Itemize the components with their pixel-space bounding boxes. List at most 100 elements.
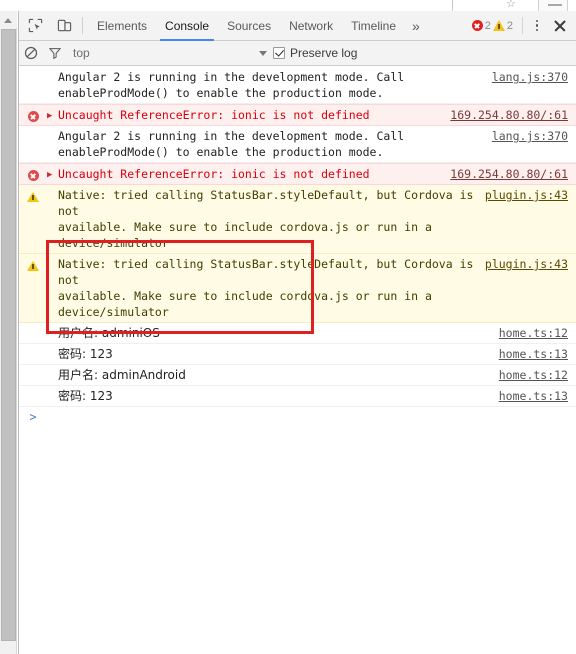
console-message-log[interactable]: 用户名: adminiOS home.ts:12 [19, 323, 576, 344]
execution-context-value: top [73, 46, 90, 60]
error-counter[interactable]: 2 [471, 19, 491, 32]
console-message-text: Angular 2 is running in the development … [58, 129, 405, 159]
toolbar-divider [82, 17, 83, 34]
console-message-log[interactable]: 用户名: adminAndroid home.ts:12 [19, 365, 576, 386]
error-count: 2 [484, 19, 491, 32]
devtools-panel: Elements Console Sources Network Timelin… [18, 11, 576, 654]
scrollbar-thumb[interactable] [1, 29, 16, 641]
message-indent [47, 187, 58, 251]
message-icon-gutter [19, 69, 47, 101]
warning-triangle-icon [27, 261, 39, 271]
message-indent [47, 346, 58, 362]
console-message-text: Uncaught ReferenceError: ionic is not de… [58, 167, 370, 181]
message-icon-gutter [19, 388, 47, 404]
filter-funnel-icon-glyph [48, 48, 62, 60]
execution-context-select[interactable]: top [73, 46, 273, 60]
error-circle-icon [27, 111, 39, 122]
omnibox-edge [452, 0, 492, 11]
console-message-error[interactable]: ▶ Uncaught ReferenceError: ionic is not d… [19, 163, 576, 185]
console-message-source-link[interactable]: lang.js:370 [492, 69, 576, 101]
console-message-source-link[interactable]: 169.254.80.80/:61 [450, 107, 576, 123]
console-message-text: 密码: 123 [58, 347, 113, 361]
preserve-log-checkbox-box[interactable] [273, 47, 285, 59]
message-indent [47, 367, 58, 383]
console-message-source-link[interactable]: home.ts:12 [499, 325, 576, 341]
warning-counter[interactable]: 2 [492, 19, 513, 32]
message-icon-gutter [19, 256, 47, 320]
error-circle-icon [471, 20, 483, 31]
console-message-source-link[interactable]: lang.js:370 [492, 128, 576, 160]
device-toolbar-icon-glyph [57, 19, 71, 32]
chevron-down-icon [259, 50, 267, 56]
message-indent [47, 388, 58, 404]
star-icon[interactable]: ☆ [506, 0, 516, 10]
warning-triangle-icon [492, 20, 505, 31]
tab-elements-label: Elements [97, 18, 148, 33]
console-message-source-link[interactable]: home.ts:13 [499, 346, 576, 362]
console-message-log[interactable]: 密码: 123 home.ts:13 [19, 344, 576, 365]
console-message-text: Native: tried calling StatusBar.styleDef… [58, 188, 474, 250]
console-message-source-link[interactable]: home.ts:12 [499, 367, 576, 383]
expand-arrow-icon[interactable]: ▶ [47, 166, 58, 182]
warning-count: 2 [506, 19, 513, 32]
more-tabs-button[interactable]: » [405, 11, 427, 41]
console-message-source-link[interactable]: home.ts:13 [499, 388, 576, 404]
console-message-log[interactable]: 密码: 123 home.ts:13 [19, 386, 576, 407]
tab-console-label: Console [165, 18, 210, 33]
tab-elements[interactable]: Elements [88, 11, 156, 41]
message-indent [47, 128, 58, 160]
console-message-source-link[interactable]: plugin.js:43 [485, 187, 576, 251]
console-message-warn[interactable]: Native: tried calling StatusBar.styleDef… [19, 185, 576, 254]
kebab-menu-icon[interactable] [528, 15, 546, 37]
close-icon[interactable] [548, 14, 572, 38]
console-message-source-link[interactable]: 169.254.80.80/:61 [450, 166, 576, 182]
issue-counters: 2 2 [471, 19, 513, 32]
page-scrollbar[interactable] [0, 11, 17, 654]
clear-console-icon-glyph [24, 46, 38, 60]
console-message-log[interactable]: Angular 2 is running in the development … [19, 67, 576, 104]
console-message-text: Angular 2 is running in the development … [58, 70, 405, 100]
tab-console[interactable]: Console [156, 11, 218, 41]
preserve-log-checkbox[interactable]: Preserve log [273, 46, 357, 60]
message-indent [47, 256, 58, 320]
console-message-text: Uncaught ReferenceError: ionic is not de… [58, 108, 370, 122]
message-icon-gutter [19, 166, 47, 182]
scroll-up-arrow-icon[interactable] [0, 11, 17, 28]
clear-console-icon[interactable] [19, 41, 43, 65]
warning-triangle-icon [27, 192, 39, 202]
message-indent [47, 325, 58, 341]
console-message-log[interactable]: Angular 2 is running in the development … [19, 126, 576, 163]
preserve-log-label: Preserve log [290, 46, 358, 60]
console-message-error[interactable]: ▶ Uncaught ReferenceError: ionic is not d… [19, 104, 576, 126]
tab-timeline-label: Timeline [351, 18, 397, 33]
toolbar-divider-2 [522, 17, 523, 34]
browser-chrome-strip: ☆ [0, 0, 576, 11]
console-message-list[interactable]: Angular 2 is running in the development … [19, 67, 576, 654]
console-messages-container: Angular 2 is running in the development … [19, 67, 576, 407]
devtools-toolbar: Elements Console Sources Network Timelin… [19, 11, 576, 41]
filter-funnel-icon[interactable] [43, 41, 67, 65]
tab-network[interactable]: Network [280, 11, 342, 41]
message-icon-gutter [19, 346, 47, 362]
tab-sources-label: Sources [227, 18, 272, 33]
tab-network-label: Network [289, 18, 334, 33]
tab-sources[interactable]: Sources [218, 11, 280, 41]
console-filter-bar: top Preserve log [19, 41, 576, 66]
console-message-warn[interactable]: Native: tried calling StatusBar.styleDef… [19, 254, 576, 323]
console-message-source-link[interactable]: plugin.js:43 [485, 256, 576, 320]
minimize-icon[interactable] [548, 4, 562, 6]
tab-timeline[interactable]: Timeline [342, 11, 405, 41]
inspect-element-icon-glyph [28, 18, 42, 33]
console-message-text: 用户名: adminAndroid [58, 368, 186, 382]
message-indent [47, 69, 58, 101]
devtools-tab-strip: Elements Console Sources Network Timelin… [88, 11, 427, 41]
expand-arrow-icon[interactable]: ▶ [47, 107, 58, 123]
console-prompt-row[interactable]: > [19, 407, 576, 427]
error-circle-icon [27, 170, 39, 181]
device-toolbar-icon[interactable] [51, 13, 77, 39]
message-icon-gutter [19, 107, 47, 123]
message-icon-gutter [19, 128, 47, 160]
inspect-element-icon[interactable] [22, 13, 48, 39]
console-message-text: Native: tried calling StatusBar.styleDef… [58, 257, 474, 319]
console-message-text: 密码: 123 [58, 389, 113, 403]
